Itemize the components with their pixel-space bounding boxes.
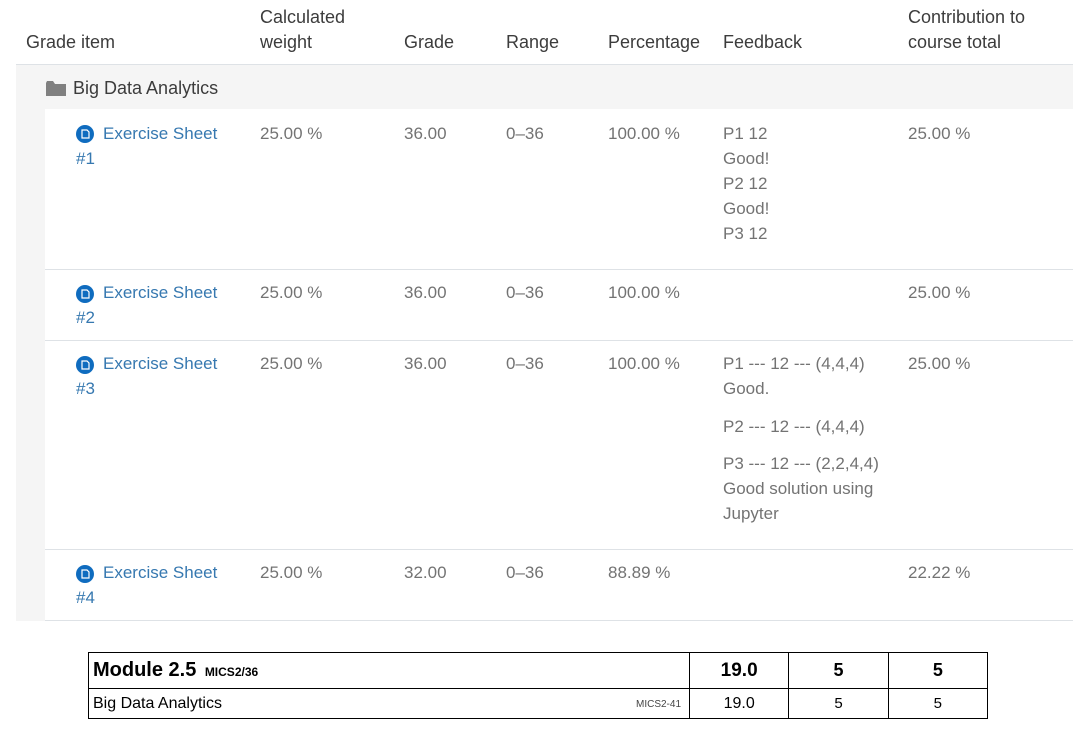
module-credits-total: 5 (887, 652, 989, 689)
feedback-line: Good! (723, 199, 770, 218)
course-name: Big Data Analytics (93, 694, 222, 712)
header-calculated-weight: Calculated weight (260, 5, 345, 55)
range-cell: 0–36 (506, 124, 544, 143)
header-calculated-weight-line2: weight (260, 32, 313, 52)
header-calculated-weight-line1: Calculated (260, 7, 346, 27)
grade-cell: 32.00 (404, 563, 447, 582)
feedback-line: Good! (723, 149, 770, 168)
contribution-cell: 25.00 % (908, 124, 971, 143)
category-name: Big Data Analytics (73, 78, 219, 98)
feedback-line: P3 12 (723, 224, 768, 243)
module-code: MICS2/36 (204, 665, 259, 679)
row-divider (45, 620, 1073, 621)
percentage-cell: 88.89 % (608, 563, 671, 582)
module-grade: 19.0 (688, 652, 790, 689)
percentage-cell: 100.00 % (608, 283, 680, 302)
course-grade: 19.0 (688, 688, 790, 719)
module-table-overlay: Module 2.5 MICS2/36 19.0 5 5 Big Data An… (88, 652, 989, 720)
weight-cell: 25.00 % (260, 563, 323, 582)
range-cell: 0–36 (506, 563, 544, 582)
weight-cell: 25.00 % (260, 354, 323, 373)
header-grade-item: Grade item (26, 32, 116, 52)
header-range: Range (506, 32, 560, 52)
row-divider (45, 340, 1073, 341)
percentage-cell: 100.00 % (608, 354, 680, 373)
feedback-line: P1 --- 12 --- (4,4,4) (723, 354, 865, 373)
module-title-cell: Module 2.5 MICS2/36 (88, 652, 690, 689)
percentage-cell: 100.00 % (608, 124, 680, 143)
grade-item-link[interactable]: Exercise Sheet #4 (76, 560, 236, 610)
course-name-cell: Big Data Analytics MICS2-41 (88, 688, 690, 719)
feedback-line: Good solution using (723, 479, 874, 498)
header-contribution-line2: course total (908, 32, 1002, 52)
header-contribution-line1: Contribution to (908, 7, 1026, 27)
header-grade: Grade (404, 32, 455, 52)
grade-item-link[interactable]: Exercise Sheet #3 (76, 351, 236, 401)
feedback-cell: P1 --- 12 --- (4,4,4) Good. P2 --- 12 --… (723, 351, 879, 526)
grade-cell: 36.00 (404, 124, 447, 143)
contribution-cell: 25.00 % (908, 283, 971, 302)
feedback-line: Good. (723, 379, 770, 398)
header-contribution: Contribution to course total (908, 5, 1025, 55)
weight-cell: 25.00 % (260, 124, 323, 143)
header-percentage: Percentage (608, 32, 701, 52)
row-divider (45, 269, 1073, 270)
module-row: Module 2.5 MICS2/36 19.0 5 5 (88, 652, 989, 689)
range-cell: 0–36 (506, 283, 544, 302)
grade-cell: 36.00 (404, 354, 447, 373)
feedback-line: P2 --- 12 --- (4,4,4) (723, 417, 865, 436)
contribution-cell: 22.22 % (908, 563, 971, 582)
feedback-cell: P1 12 Good! P2 12 Good! P3 12 (723, 121, 769, 246)
header-feedback: Feedback (723, 32, 803, 52)
contribution-cell: 25.00 % (908, 354, 971, 373)
grade-cell: 36.00 (404, 283, 447, 302)
course-row: Big Data Analytics MICS2-41 19.0 5 5 (88, 688, 989, 719)
feedback-line: P2 12 (723, 174, 768, 193)
course-credits-total: 5 (887, 688, 989, 719)
module-credits: 5 (788, 652, 889, 689)
module-title: Module 2.5 (93, 659, 197, 681)
category-indent-bar (16, 109, 45, 621)
module-table: Module 2.5 MICS2/36 19.0 5 5 Big Data An… (88, 652, 989, 719)
row-divider (45, 549, 1073, 550)
feedback-line: Jupyter (723, 504, 779, 523)
course-code: MICS2-41 (635, 698, 681, 710)
feedback-line: P1 12 (723, 124, 768, 143)
grade-item-link[interactable]: Exercise Sheet #2 (76, 280, 236, 330)
feedback-line: P3 --- 12 --- (2,2,4,4) (723, 454, 879, 473)
course-credits: 5 (788, 688, 889, 719)
range-cell: 0–36 (506, 354, 544, 373)
folder-icon (46, 81, 66, 96)
grade-item-link[interactable]: Exercise Sheet #1 (76, 121, 236, 171)
weight-cell: 25.00 % (260, 283, 323, 302)
